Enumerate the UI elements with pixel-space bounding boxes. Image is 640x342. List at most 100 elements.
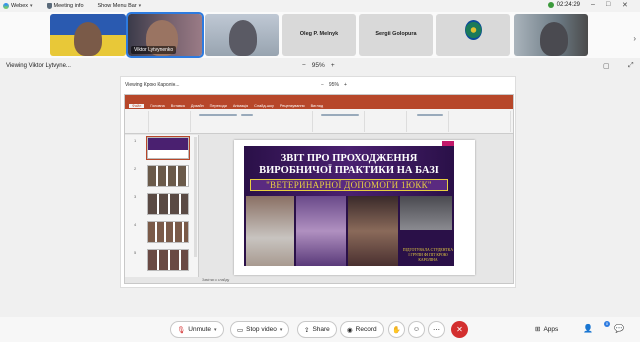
shared-content: Viewing Крою Каролін... − 95% + Файл Гол… [120, 76, 516, 288]
ppt-tab[interactable]: Слайд-шоу [254, 104, 274, 108]
ppt-tab[interactable]: Дизайн [191, 104, 204, 108]
share-button[interactable]: ⇪ Share [297, 321, 337, 338]
ppt-tab[interactable]: Рецензування [280, 104, 305, 108]
current-slide: ЗВІТ ПРО ПРОХОДЖЕННЯ ВИРОБНИЧОЇ ПРАКТИКИ… [234, 140, 475, 275]
slide-thumbnail[interactable]: 2 [134, 165, 189, 187]
ppt-tab[interactable]: Переходи [210, 104, 227, 108]
ppt-tab[interactable]: Анімація [233, 104, 248, 108]
unmute-label: Unmute [188, 326, 212, 333]
zoom-value: 95% [328, 82, 339, 88]
video-camera-icon: ▭ [237, 326, 244, 334]
slide-thumbnail[interactable]: 4 [134, 221, 189, 243]
ribbon-group-slides[interactable] [151, 111, 191, 132]
apps-button[interactable]: ⊞ Apps [535, 325, 559, 334]
participant-tile[interactable] [436, 14, 510, 56]
slide-title-line-1: ЗВІТ ПРО ПРОХОДЖЕННЯ [280, 153, 418, 164]
zoom-out-button[interactable]: − [321, 82, 324, 88]
paragraph-controls[interactable] [321, 114, 359, 116]
participants-icon[interactable]: 👤 [583, 324, 593, 333]
app-label: Webex [11, 3, 29, 9]
slide-thumbnail[interactable]: 1 [134, 136, 190, 160]
notes-pane[interactable]: Замітки к слайду [202, 278, 229, 282]
ppt-tab[interactable]: Вигляд [311, 104, 323, 108]
reactions-icon[interactable]: ☺ [408, 321, 425, 338]
thumbnail-number: 1 [134, 138, 137, 143]
more-options-icon[interactable]: ⋯ [428, 321, 445, 338]
zoom-in-button[interactable]: + [344, 82, 347, 88]
thumbnail-number: 2 [134, 166, 137, 171]
minimize-icon[interactable]: – [591, 1, 595, 8]
ribbon-group-clipboard[interactable] [127, 111, 149, 132]
slide-photo-cat [348, 196, 398, 266]
slide-title-line-3: "ВЕТЕРИНАРНОЇ ДОПОМОГИ 1ЮКК" [250, 179, 448, 191]
participant-strip: Viktor Lytvynenko Oleg P. Melnyk Sergii … [0, 12, 640, 58]
show-menu-bar-label: Show Menu Bar [97, 3, 137, 9]
zoom-control: − 95% + [302, 62, 335, 69]
shield-icon [46, 3, 52, 9]
webex-logo-icon [3, 3, 9, 9]
participant-tile[interactable]: Sergii Golopura [359, 14, 433, 56]
apps-label: Apps [543, 325, 559, 333]
meeting-info-button[interactable]: Meeting info [46, 3, 84, 9]
slide-photo-dog [246, 196, 294, 266]
unmute-button[interactable]: 🎙︎ Unmute ▾ [170, 321, 224, 338]
end-call-button[interactable]: ✕ [451, 321, 468, 338]
maximize-icon[interactable]: □ [606, 1, 610, 8]
thumbnail-scrollbar[interactable] [194, 137, 197, 257]
zoom-in-button[interactable]: + [331, 62, 335, 69]
ppt-tab[interactable]: Вставка [171, 104, 185, 108]
participant-avatar [540, 22, 568, 56]
record-icon: ◉ [347, 326, 353, 334]
chat-bubble-icon[interactable]: 💬 [614, 324, 624, 333]
thumbnail-number: 3 [134, 194, 137, 199]
share-header: Viewing Крою Каролін... [125, 82, 180, 88]
timer-text: 02:24:29 [556, 2, 580, 8]
chevron-down-icon[interactable]: ▾ [280, 327, 283, 333]
expand-icon[interactable]: ⤢ [628, 62, 634, 70]
ribbon-group-arrange[interactable] [451, 111, 511, 132]
chat-icon[interactable]: ▢ [603, 62, 610, 70]
webex-menu[interactable]: Webex ▾ [3, 3, 33, 9]
slide-thumbnail[interactable]: 3 [134, 193, 189, 215]
ppt-ribbon [125, 109, 513, 134]
participant-tile[interactable] [205, 14, 279, 56]
viewing-label: Viewing Viktor Lytvyne... [6, 63, 71, 69]
share-screen-icon: ⇪ [304, 326, 310, 334]
stop-video-button[interactable]: ▭ Stop video ▾ [230, 321, 290, 338]
ppt-tab[interactable]: Файл [129, 103, 145, 108]
participant-tile[interactable] [514, 14, 588, 56]
ribbon-group-drawing[interactable] [367, 111, 407, 132]
participant-avatar [74, 22, 102, 56]
thumbnail-number: 4 [134, 222, 137, 227]
chevron-down-icon: ▾ [30, 3, 33, 9]
font-name-box[interactable] [199, 114, 237, 116]
close-icon[interactable]: ✕ [622, 1, 628, 9]
font-size-box[interactable] [241, 114, 253, 116]
chevron-down-icon: ▾ [138, 3, 142, 9]
share-label: Share [312, 326, 330, 333]
participant-avatar [229, 20, 257, 56]
ppt-title-bar [125, 95, 513, 102]
stop-video-label: Stop video [246, 326, 277, 333]
slide-thumbnail[interactable]: 5 [134, 249, 189, 271]
ppt-tab[interactable]: Головна [150, 104, 164, 108]
participant-tile[interactable] [50, 14, 126, 56]
meeting-info-label: Meeting info [53, 3, 84, 9]
raise-hand-icon[interactable]: ✋ [388, 321, 405, 338]
editing-controls[interactable] [417, 114, 443, 116]
chevron-down-icon[interactable]: ▾ [214, 327, 217, 333]
chevron-right-icon[interactable]: › [633, 34, 636, 43]
participant-tile[interactable]: Oleg P. Melnyk [282, 14, 356, 56]
slide-title-line-2: ВИРОБНИЧОЇ ПРАКТИКИ НА БАЗІ [259, 165, 439, 176]
participant-name: Oleg P. Melnyk [299, 31, 339, 37]
participant-name: Sergii Golopura [375, 31, 417, 37]
participant-tile-active[interactable]: Viktor Lytvynenko [126, 12, 204, 58]
ppt-ribbon-tabs: Файл Головна Вставка Дизайн Переходи Ані… [125, 102, 513, 109]
show-menu-bar-button[interactable]: Show Menu Bar ▾ [98, 3, 142, 9]
muted-mic-icon: 🎙︎ [177, 326, 186, 334]
slide-thumbnails: 1 2 3 4 5 [125, 135, 199, 277]
top-bar: Webex ▾ Meeting info Show Menu Bar ▾ [0, 0, 640, 12]
share-zoom-control: − 95% + [321, 82, 347, 88]
record-button[interactable]: ◉ Record [340, 321, 384, 338]
zoom-out-button[interactable]: − [302, 62, 306, 69]
